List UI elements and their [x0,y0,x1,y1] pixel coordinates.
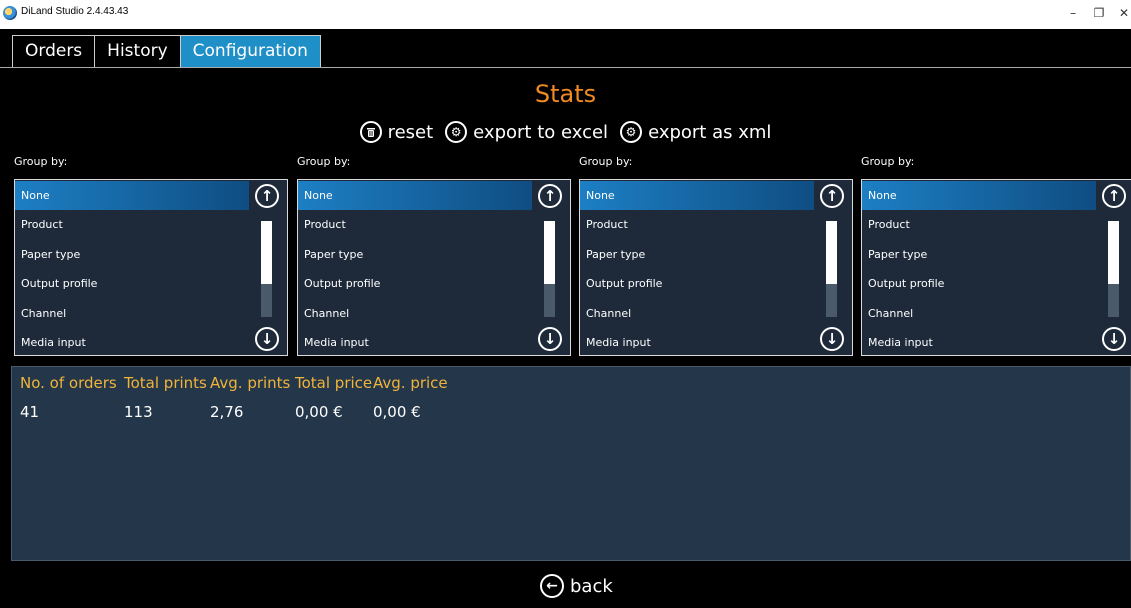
list-item[interactable]: Output profile [298,269,532,298]
trash-icon [359,121,382,143]
list-item[interactable]: Media input [862,328,1096,357]
list-item[interactable]: None [862,181,1096,210]
scrollbar-track[interactable] [1108,221,1119,317]
export-xml-label: export as xml [648,121,772,143]
list-item[interactable]: Channel [298,299,532,328]
list-item[interactable]: Channel [15,299,249,328]
window-title: DiLand Studio 2.4.43.43 [21,6,129,17]
tab-history[interactable]: History [94,35,180,68]
scrollbar-thumb[interactable] [826,221,837,284]
list-item[interactable]: None [298,181,532,210]
scrollbar-track[interactable] [544,221,555,317]
column-header: No. of orders [20,374,117,392]
scrollbar-thumb[interactable] [261,221,272,284]
list-item[interactable]: Product [15,210,249,239]
arrow-left-icon: ← [540,574,564,598]
export-xml-button[interactable]: ⚙ export as xml [620,121,771,143]
list-item[interactable]: None [580,181,814,210]
group-by-list[interactable]: None Product Paper type Output profile C… [579,179,853,356]
maximize-button[interactable]: ❐ [1089,4,1109,22]
list-item[interactable]: Media input [15,328,249,357]
list-item[interactable]: Media input [298,328,532,357]
list-item[interactable]: Paper type [15,240,249,269]
scroll-down-icon[interactable]: ↓ [1102,327,1126,351]
back-button[interactable]: ← back [540,574,613,598]
stats-results-table: No. of orders Total prints Avg. prints T… [11,366,1131,561]
tab-bar: Orders History Configuration [12,35,321,68]
list-item[interactable]: Output profile [15,269,249,298]
column-header: Total prints [124,374,207,392]
gear-icon: ⚙ [620,121,643,143]
scrollbar-thumb[interactable] [544,221,555,284]
column-header: Total price [295,374,373,392]
scrollbar-track[interactable] [826,221,837,317]
list-item[interactable]: Product [580,210,814,239]
group-by-label: Group by: [861,155,915,168]
list-item[interactable]: Paper type [580,240,814,269]
title-bar: DiLand Studio 2.4.43.43 – ❐ ✕ [0,0,1131,29]
scroll-up-icon[interactable]: ↑ [820,184,844,208]
minimize-button[interactable]: – [1063,4,1083,22]
export-excel-button[interactable]: ⚙ export to excel [445,121,608,143]
scroll-down-icon[interactable]: ↓ [255,327,279,351]
scrollbar-thumb[interactable] [1108,221,1119,284]
scroll-down-icon[interactable]: ↓ [538,327,562,351]
list-item[interactable]: Product [298,210,532,239]
column-header: Avg. price [373,374,448,392]
table-cell: 2,76 [210,403,244,421]
scroll-up-icon[interactable]: ↑ [1102,184,1126,208]
close-button[interactable]: ✕ [1114,4,1131,22]
reset-button[interactable]: reset [359,121,434,143]
scroll-up-icon[interactable]: ↑ [255,184,279,208]
app-logo-icon [3,6,17,20]
list-item[interactable]: Media input [580,328,814,357]
table-cell: 0,00 € [373,403,421,421]
export-excel-label: export to excel [473,121,609,143]
table-cell: 0,00 € [295,403,343,421]
group-by-label: Group by: [14,155,68,168]
tab-configuration[interactable]: Configuration [179,35,321,68]
stats-toolbar: reset ⚙ export to excel ⚙ export as xml [0,121,1131,143]
group-by-label: Group by: [579,155,633,168]
list-item[interactable]: Channel [580,299,814,328]
list-item[interactable]: Paper type [862,240,1096,269]
group-by-label: Group by: [297,155,351,168]
list-item[interactable]: Channel [862,299,1096,328]
tab-orders[interactable]: Orders [12,35,95,68]
scrollbar-track[interactable] [261,221,272,317]
scroll-up-icon[interactable]: ↑ [538,184,562,208]
back-label: back [570,575,613,597]
column-header: Avg. prints [210,374,291,392]
table-cell: 41 [20,403,40,421]
group-by-list[interactable]: None Product Paper type Output profile C… [297,179,571,356]
reset-label: reset [387,121,434,143]
list-item[interactable]: Paper type [298,240,532,269]
scroll-down-icon[interactable]: ↓ [820,327,844,351]
group-by-list[interactable]: None Product Paper type Output profile C… [861,179,1131,356]
page-title: Stats [534,80,597,108]
list-item[interactable]: Product [862,210,1096,239]
list-item[interactable]: Output profile [862,269,1096,298]
group-by-list[interactable]: None Product Paper type Output profile C… [14,179,288,356]
list-item[interactable]: Output profile [580,269,814,298]
gear-icon: ⚙ [445,121,468,143]
tab-divider [0,67,1131,68]
table-cell: 113 [124,403,153,421]
list-item[interactable]: None [15,181,249,210]
